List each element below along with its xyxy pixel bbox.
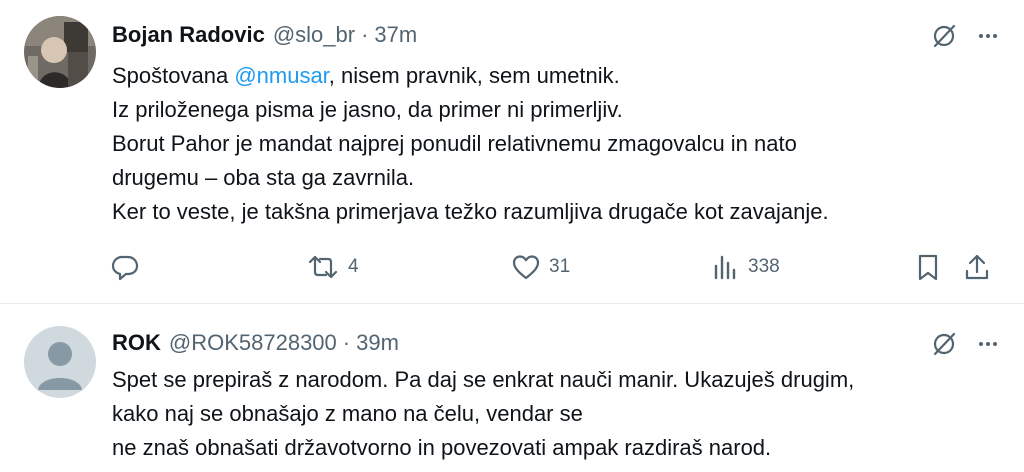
bookmark-button[interactable] xyxy=(914,251,942,283)
text-segment: Spoštovana xyxy=(112,63,235,88)
tweet-text-line: Borut Pahor je mandat najprej ponudil re… xyxy=(112,131,797,156)
tweet-top-icons xyxy=(930,330,1000,358)
tweet-text-line: ne znaš obnašati državotvorno in povezov… xyxy=(112,435,772,460)
more-options-icon[interactable] xyxy=(976,332,1000,356)
bookmark-icon xyxy=(918,254,938,281)
timeline-feed: Bojan Radovic @slo_br · 37m Spoštovana @… xyxy=(0,0,1024,472)
tweet-header: ROK @ROK58728300 · 39m xyxy=(112,328,924,358)
grok-slash-icon[interactable] xyxy=(930,22,958,50)
like-count: 31 xyxy=(549,256,571,277)
avatar-photo xyxy=(24,16,96,88)
retweet-count: 4 xyxy=(348,256,359,277)
timestamp[interactable]: 39m xyxy=(356,328,399,358)
tweet-top-icons xyxy=(930,22,1000,50)
author-name[interactable]: Bojan Radovic xyxy=(112,20,265,50)
separator-dot: · xyxy=(342,330,351,355)
views-chart-icon xyxy=(714,255,736,280)
reply-icon xyxy=(111,255,139,281)
tweet-text-line: Iz priloženega pisma je jasno, da primer… xyxy=(112,97,623,122)
tweet-text: Spoštovana @nmusar, nisem pravnik, sem u… xyxy=(112,59,984,229)
separator-dot: · xyxy=(361,22,369,47)
tweet[interactable]: ROK @ROK58728300 · 39m Spet se prepiraš … xyxy=(0,304,1024,472)
tweet-text-line: kako naj se obnašajo z mano na čelu, ven… xyxy=(112,401,583,426)
timestamp[interactable]: 37m xyxy=(374,20,417,50)
views-button[interactable]: 338 xyxy=(710,251,780,283)
author-handle[interactable]: @slo_br xyxy=(273,20,355,50)
avatar[interactable] xyxy=(24,326,96,398)
text-segment: , nisem pravnik, sem umetnik. xyxy=(328,63,620,88)
share-button[interactable] xyxy=(962,251,992,283)
reply-button[interactable] xyxy=(110,251,140,283)
tweet-text-line: Spet se prepiraš z narodom. Pa daj se en… xyxy=(112,367,855,392)
tweet-text-line: Ker to veste, je takšna primerjava težko… xyxy=(112,199,829,224)
retweet-button[interactable]: 4 xyxy=(306,251,359,283)
retweet-icon xyxy=(308,255,338,279)
more-options-icon[interactable] xyxy=(976,24,1000,48)
heart-icon xyxy=(512,255,540,280)
tweet-actions: 4 31 338 xyxy=(110,251,1000,283)
mention-link[interactable]: @nmusar xyxy=(234,63,328,88)
default-avatar-icon xyxy=(24,326,96,398)
share-icon xyxy=(965,254,989,280)
tweet[interactable]: Bojan Radovic @slo_br · 37m Spoštovana @… xyxy=(0,0,1024,304)
tweet-text: Spet se prepiraš z narodom. Pa daj se en… xyxy=(112,363,984,465)
tweet-header: Bojan Radovic @slo_br · 37m xyxy=(112,20,924,50)
views-count: 338 xyxy=(748,256,780,277)
author-handle[interactable]: @ROK58728300 xyxy=(169,328,337,358)
grok-slash-icon[interactable] xyxy=(930,330,958,358)
tweet-text-line: drugemu – oba sta ga zavrnila. xyxy=(112,165,415,190)
like-button[interactable]: 31 xyxy=(511,251,570,283)
tweet-text-line: Spoštovana @nmusar, nisem pravnik, sem u… xyxy=(112,59,984,93)
avatar[interactable] xyxy=(24,16,96,88)
author-name[interactable]: ROK xyxy=(112,328,161,358)
